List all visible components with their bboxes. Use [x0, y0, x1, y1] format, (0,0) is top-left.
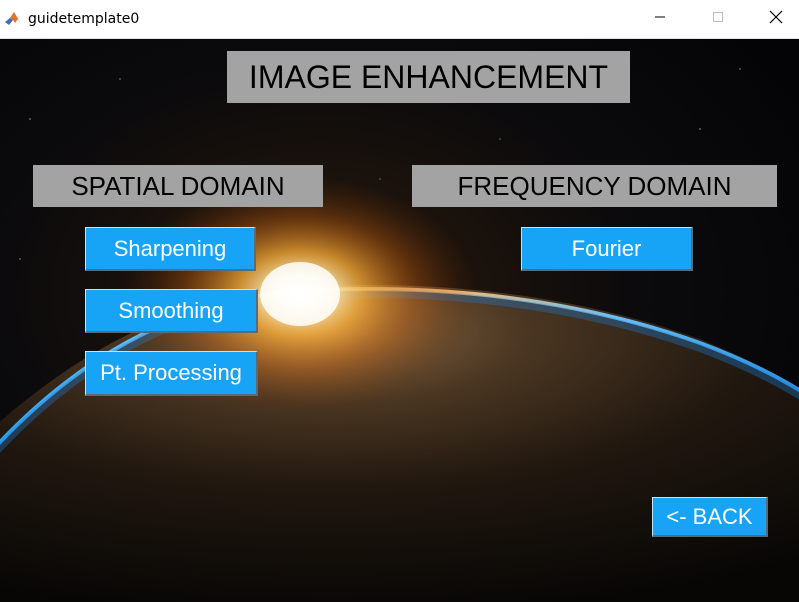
- spatial-domain-heading: SPATIAL DOMAIN: [33, 165, 323, 207]
- fourier-button[interactable]: Fourier: [521, 227, 693, 271]
- sharpening-button[interactable]: Sharpening: [85, 227, 256, 271]
- maximize-button[interactable]: [689, 0, 747, 38]
- page-title: IMAGE ENHANCEMENT: [227, 51, 630, 103]
- smoothing-button[interactable]: Smoothing: [85, 289, 258, 333]
- close-button[interactable]: [747, 0, 799, 38]
- frequency-domain-heading: FREQUENCY DOMAIN: [412, 165, 777, 207]
- back-button[interactable]: <- BACK: [652, 497, 768, 537]
- app-window: guidetemplate0 IMAGE ENHANCEMENT SPATIAL…: [0, 0, 799, 602]
- close-icon: [769, 10, 783, 29]
- figure-canvas: IMAGE ENHANCEMENT SPATIAL DOMAIN FREQUEN…: [0, 39, 799, 602]
- maximize-icon: [712, 10, 724, 28]
- minimize-icon: [654, 10, 666, 28]
- matlab-icon: [4, 10, 22, 28]
- title-bar: guidetemplate0: [0, 0, 799, 39]
- minimize-button[interactable]: [631, 0, 689, 38]
- pt-processing-button[interactable]: Pt. Processing: [85, 351, 258, 396]
- window-title: guidetemplate0: [28, 11, 140, 27]
